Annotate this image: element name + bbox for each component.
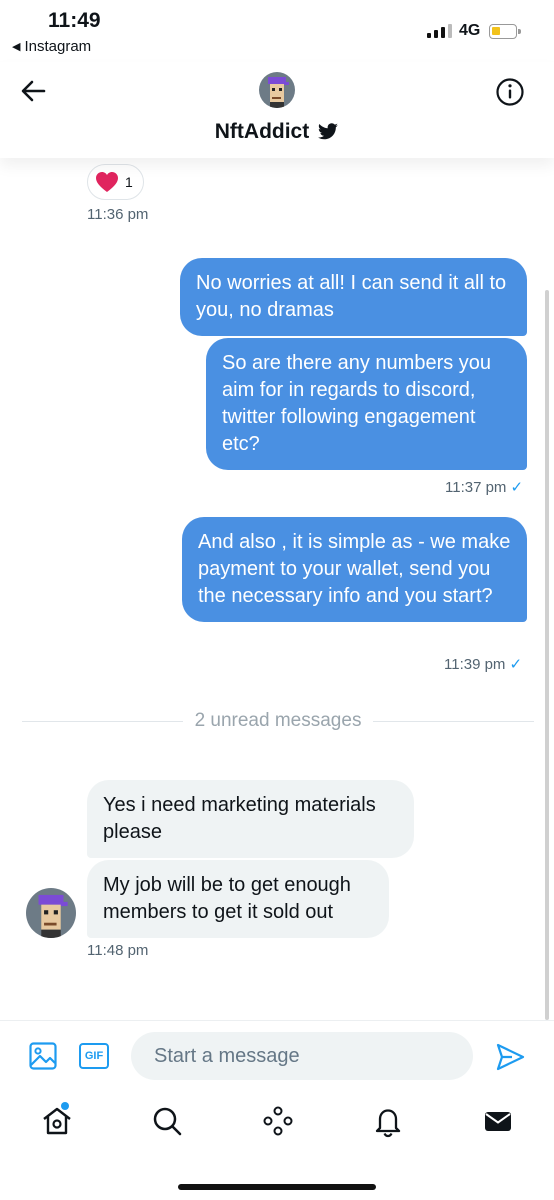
battery-icon [489, 24, 521, 39]
heart-icon [96, 172, 118, 192]
timestamp-label: 11:39 pm [444, 656, 506, 673]
message-timestamp: 11:37 pm ✓ [445, 478, 523, 496]
network-label: 4G [459, 22, 481, 39]
conversation-header: NftAddict [0, 62, 554, 158]
outgoing-message[interactable]: No worries at all! I can send it all to … [180, 258, 527, 336]
status-time: 11:49 [48, 9, 101, 32]
message-timestamp: 11:36 pm [87, 206, 149, 223]
timestamp-label: 11:37 pm [445, 479, 507, 496]
status-bar: 11:49 ◀ Instagram 4G [0, 0, 554, 62]
message-input[interactable] [131, 1032, 473, 1080]
incoming-message[interactable]: My job will be to get enough members to … [87, 860, 389, 938]
twitter-bird-icon [318, 123, 339, 140]
outgoing-message[interactable]: And also , it is simple as - we make pay… [182, 517, 527, 622]
info-icon[interactable] [495, 77, 525, 107]
message-timestamp: 11:48 pm [87, 942, 149, 959]
home-indicator [178, 1184, 376, 1190]
notifications-bell-icon[interactable] [371, 1104, 405, 1138]
back-triangle-icon: ◀ [12, 41, 21, 53]
search-icon[interactable] [150, 1104, 184, 1138]
incoming-message[interactable]: Yes i need marketing materials please [87, 780, 414, 858]
image-icon[interactable] [28, 1041, 58, 1071]
spaces-icon[interactable] [261, 1104, 295, 1138]
reaction-count: 1 [125, 174, 133, 190]
message-timestamp: 11:39 pm ✓ [444, 655, 522, 673]
outgoing-message[interactable]: So are there any numbers you aim for in … [206, 338, 527, 470]
home-icon[interactable] [40, 1104, 74, 1138]
sent-check-icon: ✓ [510, 479, 524, 496]
message-list[interactable]: 1 11:36 pm No worries at all! I can send… [0, 158, 554, 1020]
message-composer: GIF [0, 1020, 554, 1092]
send-icon[interactable] [494, 1041, 526, 1073]
scrollbar[interactable] [545, 290, 549, 1020]
signal-icon [427, 24, 452, 38]
sender-avatar[interactable] [26, 888, 76, 938]
back-arrow-icon[interactable] [18, 76, 48, 106]
contact-name-label: NftAddict [214, 120, 310, 143]
new-content-dot [61, 1102, 69, 1110]
contact-name[interactable]: NftAddict [0, 120, 554, 144]
header-avatar[interactable] [259, 72, 295, 108]
back-app-label: Instagram [24, 38, 92, 55]
unread-label: 2 unread messages [194, 710, 362, 731]
unread-divider: 2 unread messages [22, 710, 535, 732]
messages-envelope-icon[interactable] [481, 1104, 515, 1138]
sent-check-icon: ✓ [509, 656, 523, 673]
heart-reaction[interactable]: 1 [87, 164, 144, 200]
back-to-app-link[interactable]: ◀ Instagram [12, 38, 91, 55]
gif-button[interactable]: GIF [79, 1043, 109, 1069]
